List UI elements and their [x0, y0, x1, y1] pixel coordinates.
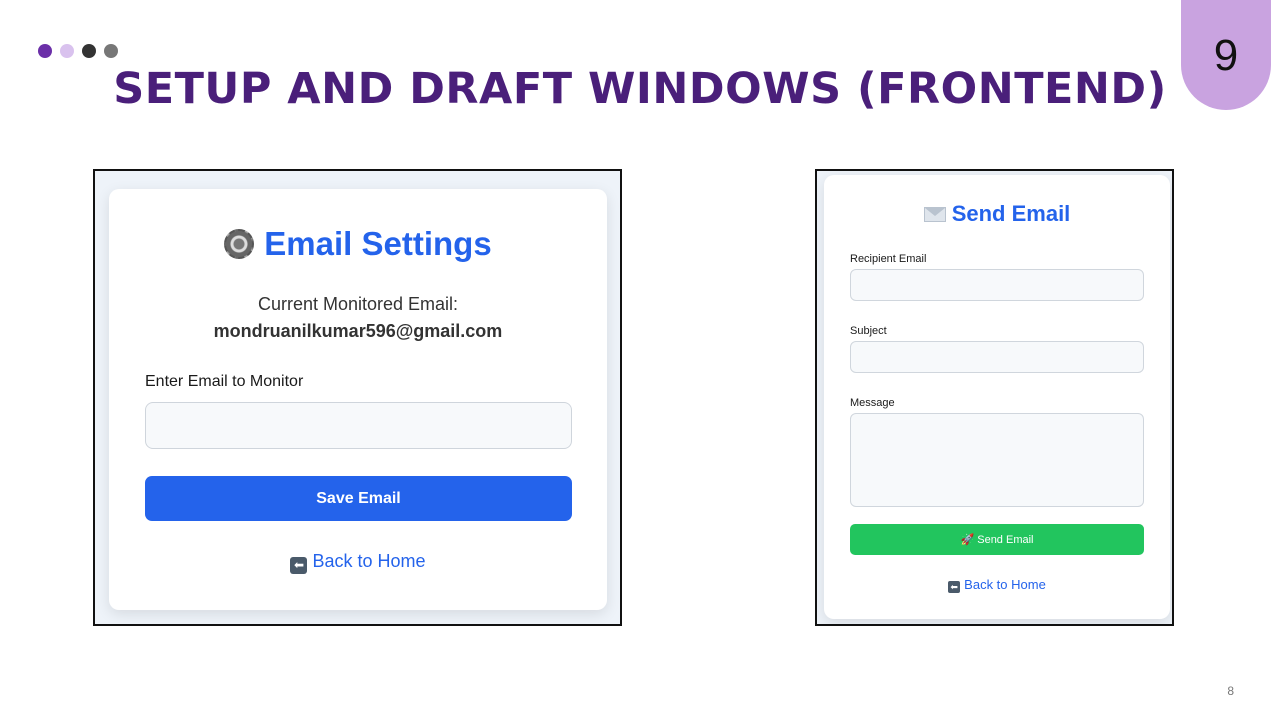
slide-number-tab: 9: [1181, 0, 1271, 110]
dot-1: [38, 44, 52, 58]
settings-heading: Email Settings: [109, 225, 607, 263]
recipient-input[interactable]: [850, 269, 1144, 301]
message-label: Message: [850, 397, 895, 409]
subject-label: Subject: [850, 325, 887, 337]
gear-icon: [224, 229, 255, 259]
send-title: Send Email: [951, 201, 1071, 226]
send-email-button[interactable]: 🚀 Send Email: [850, 524, 1144, 555]
back-arrow-icon: ⬅: [948, 581, 961, 593]
settings-title: Email Settings: [264, 225, 492, 262]
settings-card: Email Settings Current Monitored Email: …: [109, 189, 607, 610]
dot-2: [60, 44, 74, 58]
envelope-icon: [923, 207, 946, 222]
back-to-home-link[interactable]: ⬅ Back to Home: [824, 577, 1170, 593]
dot-4: [104, 44, 118, 58]
slide-number: 9: [1213, 31, 1239, 80]
send-email-screenshot: Send Email Recipient Email Subject Messa…: [815, 169, 1174, 626]
page-number: 8: [1227, 684, 1234, 698]
monitor-email-label: Enter Email to Monitor: [145, 373, 304, 390]
dot-3: [82, 44, 96, 58]
settings-screenshot: Email Settings Current Monitored Email: …: [93, 169, 622, 626]
save-email-button[interactable]: Save Email: [145, 476, 572, 521]
monitor-email-input[interactable]: [145, 402, 572, 449]
decorative-dots: [38, 44, 118, 58]
recipient-label: Recipient Email: [850, 253, 927, 265]
back-arrow-icon: ⬅: [290, 557, 308, 574]
message-textarea[interactable]: [850, 413, 1144, 507]
send-email-card: Send Email Recipient Email Subject Messa…: [824, 175, 1170, 619]
slide-title: SETUP AND DRAFT WINDOWS (FRONTEND): [113, 64, 1167, 114]
current-email-label: Current Monitored Email:: [257, 294, 459, 314]
current-email-value: mondruanilkumar596@gmail.com: [213, 321, 503, 341]
subject-input[interactable]: [850, 341, 1144, 373]
send-heading: Send Email: [824, 201, 1170, 227]
back-to-home-link[interactable]: ⬅ Back to Home: [109, 551, 607, 574]
back-link-label: Back to Home: [964, 577, 1046, 592]
back-link-label: Back to Home: [312, 551, 426, 571]
